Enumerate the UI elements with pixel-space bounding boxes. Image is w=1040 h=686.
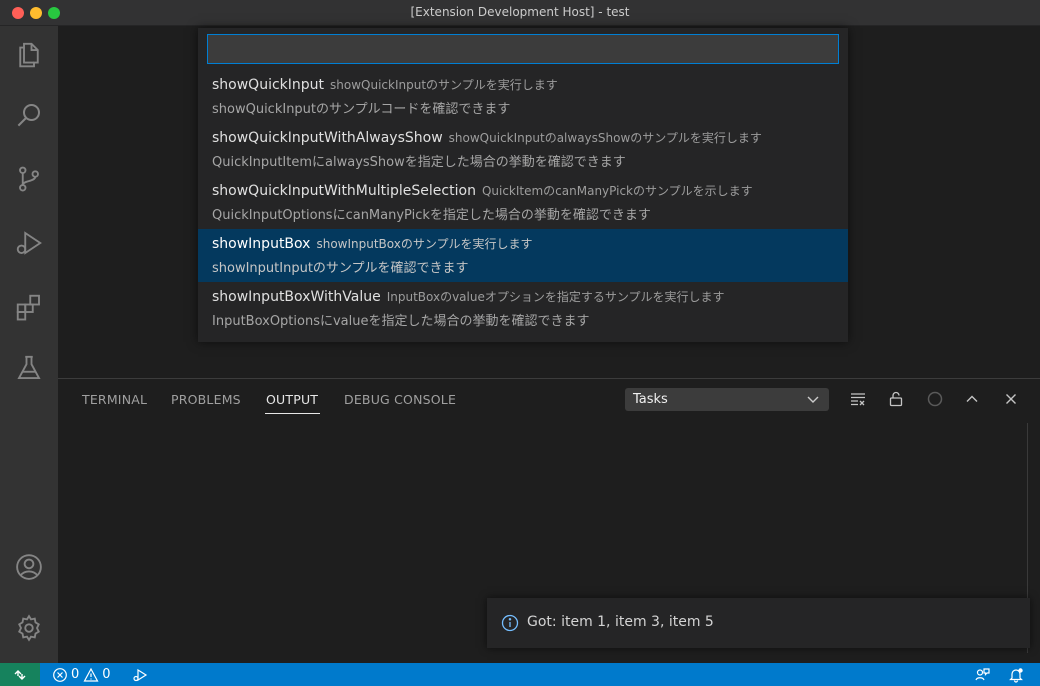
notifications-button[interactable] <box>1008 663 1024 686</box>
warning-count: 0 <box>102 667 111 682</box>
quick-pick-item-description: showQuickInputのサンプルを実行します <box>330 78 558 92</box>
active-tab-indicator <box>265 413 320 414</box>
source-control-icon <box>19 166 39 192</box>
title-bar: [Extension Development Host] - test <box>0 0 1040 26</box>
quick-pick-item-description: showQuickInputのalwaysShowのサンプルを実行します <box>448 131 762 145</box>
clear-output-button[interactable] <box>847 388 869 410</box>
circle-icon <box>927 391 943 407</box>
chevron-up-icon <box>966 395 978 402</box>
close-panel-button[interactable] <box>1000 388 1022 410</box>
quick-pick-item-description: InputBoxのvalueオプションを指定するサンプルを実行します <box>386 290 725 304</box>
activity-run-debug[interactable] <box>0 218 58 268</box>
activity-manage[interactable] <box>0 603 58 653</box>
quick-pick-input[interactable] <box>207 34 839 64</box>
quick-pick-item-description: QuickItemのcanManyPickのサンプルを示します <box>481 184 753 198</box>
quick-pick-item-label: showQuickInputWithAlwaysShow <box>212 130 443 146</box>
debug-run-icon <box>133 668 148 681</box>
notification-toast[interactable]: Got: item 1, item 3, item 5 <box>487 598 1030 648</box>
quick-pick-item-description: showInputBoxのサンプルを実行します <box>316 237 533 251</box>
output-channel-select[interactable]: Tasks <box>625 388 829 411</box>
circle-button[interactable] <box>924 388 946 410</box>
activity-source-control[interactable] <box>0 154 58 204</box>
run-debug-icon <box>16 231 42 255</box>
error-icon <box>53 667 67 682</box>
lock-icon <box>889 391 903 407</box>
quick-pick-item-detail: showQuickInputのサンプルコードを確認できます <box>212 102 511 117</box>
search-icon <box>17 104 40 127</box>
status-bar: 0 0 <box>0 663 1040 686</box>
output-channel-value: Tasks <box>633 392 668 407</box>
lock-scroll-button[interactable] <box>885 388 907 410</box>
problems-status[interactable]: 0 0 <box>52 663 115 686</box>
debug-run-status[interactable] <box>132 663 148 686</box>
remote-indicator[interactable] <box>0 663 40 686</box>
tab-output[interactable]: OUTPUT <box>266 392 318 407</box>
account-icon <box>16 554 42 580</box>
remote-icon <box>14 669 26 680</box>
tab-problems[interactable]: PROBLEMS <box>171 392 241 407</box>
quick-pick-item-selected[interactable]: showInputBox showInputBoxのサンプルを実行します show… <box>198 229 848 282</box>
tab-terminal[interactable]: TERMINAL <box>82 392 147 407</box>
quick-pick-item-label: showInputBoxWithValue <box>212 289 381 305</box>
activity-search[interactable] <box>0 90 58 140</box>
maximize-panel-button[interactable] <box>961 388 983 410</box>
feedback-button[interactable] <box>974 663 990 686</box>
activity-explorer[interactable] <box>0 30 58 80</box>
quick-pick-item[interactable]: showQuickInput showQuickInputのサンプルを実行します … <box>198 70 848 123</box>
quick-pick-item-label: showInputBox <box>212 236 311 252</box>
warning-icon <box>83 667 99 682</box>
quick-pick-item-detail: showInputInputのサンプルを確認できます <box>212 261 469 276</box>
error-count: 0 <box>71 667 80 682</box>
activity-testing[interactable] <box>0 343 58 393</box>
quick-pick-item[interactable]: showQuickInputWithMultipleSelection Quick… <box>198 176 848 229</box>
quick-pick-item[interactable]: showInputBoxWithValue InputBoxのvalueオプション… <box>198 282 848 335</box>
quick-pick-item-detail: QuickInputItemにalwaysShowを指定した場合の挙動を確認でき… <box>212 155 626 170</box>
activity-extensions[interactable] <box>0 282 58 332</box>
quick-pick-item-label: showQuickInput <box>212 77 325 93</box>
feedback-icon <box>975 667 990 680</box>
quick-pick-item-label: showQuickInputWithMultipleSelection <box>212 183 476 199</box>
close-icon <box>1006 394 1016 404</box>
quick-pick-item-detail: QuickInputOptionsにcanManyPickを指定した場合の挙動を… <box>212 208 651 223</box>
explorer-icon <box>19 42 39 68</box>
bell-icon <box>1009 667 1023 683</box>
quick-pick-item-detail: InputBoxOptionsにvalueを指定した場合の挙動を確認できます <box>212 314 590 329</box>
quick-pick: showQuickInput showQuickInputのサンプルを実行します … <box>198 28 848 342</box>
extensions-icon <box>16 294 40 321</box>
window-title: [Extension Development Host] - test <box>410 5 630 19</box>
chevron-down-icon <box>806 388 820 419</box>
quick-pick-item[interactable]: showQuickInputWithAlwaysShow showQuickInp… <box>198 123 848 176</box>
manage-gear-icon <box>18 614 40 642</box>
activity-accounts[interactable] <box>0 542 58 592</box>
info-icon <box>501 614 519 632</box>
clear-output-icon <box>851 393 865 406</box>
activity-bar <box>0 26 58 663</box>
tab-debug-console[interactable]: DEBUG CONSOLE <box>344 392 456 407</box>
notification-message: Got: item 1, item 3, item 5 <box>527 614 714 630</box>
testing-icon <box>17 355 41 379</box>
